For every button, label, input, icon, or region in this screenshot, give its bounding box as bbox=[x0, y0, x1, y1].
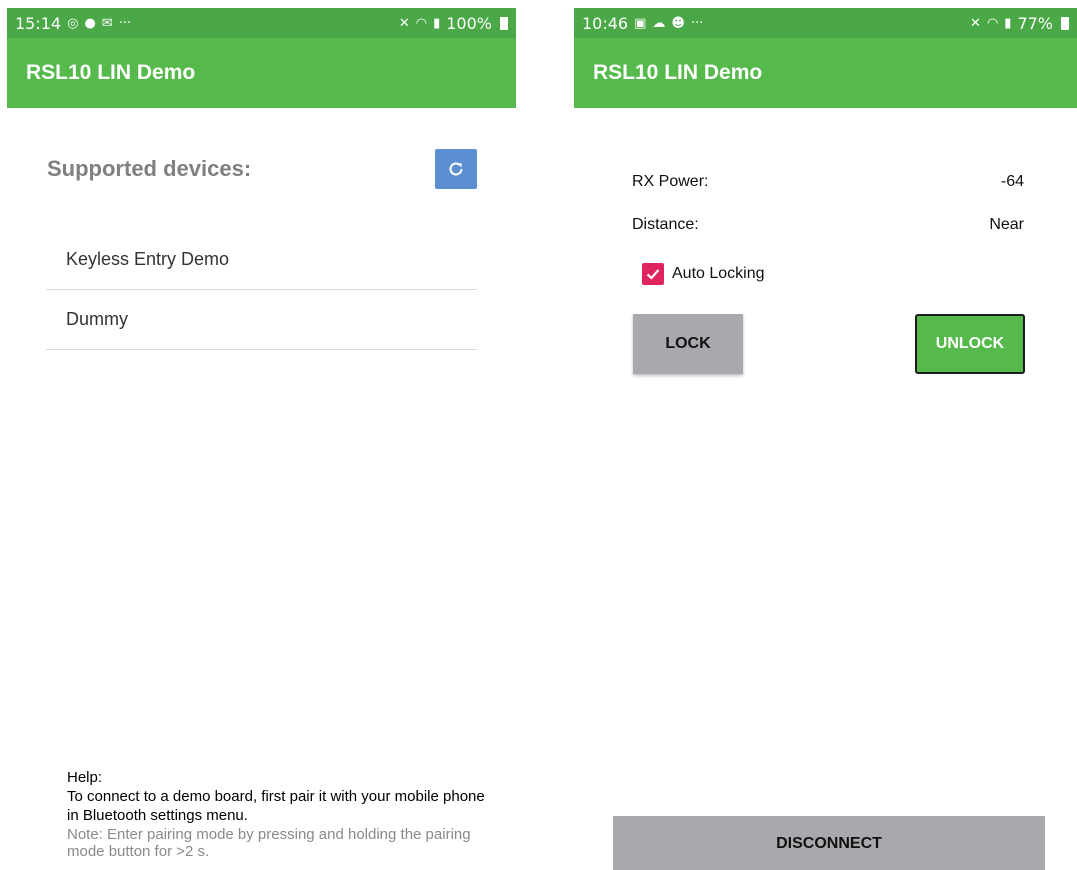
device-list: Keyless Entry Demo Dummy bbox=[46, 230, 477, 350]
distance-row: Distance: Near bbox=[632, 216, 1024, 234]
status-time: 15:14 bbox=[15, 13, 62, 33]
app-title: RSL10 LIN Demo bbox=[26, 61, 196, 84]
battery-percent: 100% bbox=[446, 13, 492, 33]
help-note: Note: Enter pairing mode by pressing and… bbox=[67, 826, 471, 860]
chrome-icon: ● bbox=[84, 15, 96, 31]
more-notifications-icon: ··· bbox=[118, 15, 132, 31]
auto-locking-label: Auto Locking bbox=[672, 265, 765, 282]
signal-icon: ▮ bbox=[1004, 15, 1012, 31]
battery-icon bbox=[500, 16, 508, 30]
weather-icon: ☁ bbox=[652, 15, 666, 31]
unlock-button[interactable]: UNLOCK bbox=[915, 314, 1025, 374]
more-notifications-icon: ··· bbox=[690, 15, 704, 31]
sync-icon: ◎ bbox=[67, 15, 79, 31]
help-heading: Help: bbox=[67, 769, 103, 786]
checkmark-icon bbox=[646, 269, 660, 280]
device-item-label: Keyless Entry Demo bbox=[66, 249, 230, 269]
mute-icon: ✕ bbox=[970, 15, 981, 31]
app-title: RSL10 LIN Demo bbox=[593, 61, 763, 84]
battery-icon bbox=[1061, 16, 1069, 30]
battery-percent: 77% bbox=[1017, 13, 1053, 33]
app-bar: RSL10 LIN Demo bbox=[574, 38, 1077, 108]
lock-button[interactable]: LOCK bbox=[633, 314, 743, 374]
rx-power-value: -64 bbox=[1000, 173, 1024, 190]
auto-locking-toggle[interactable]: Auto Locking bbox=[642, 263, 765, 285]
help-section: Help: To connect to a demo board, first … bbox=[67, 768, 487, 860]
checkbox[interactable] bbox=[642, 263, 664, 285]
app-bar: RSL10 LIN Demo bbox=[7, 38, 516, 108]
rx-power-label: RX Power: bbox=[632, 173, 709, 190]
refresh-icon bbox=[449, 162, 463, 176]
phone-screen-device-list: 15:14 ◎ ● ✉ ··· ✕ ◠ ▮ 100% RSL10 LIN Dem… bbox=[7, 8, 516, 870]
gallery-icon: ▣ bbox=[634, 15, 647, 31]
disconnect-button[interactable]: DISCONNECT bbox=[613, 816, 1045, 870]
distance-value: Near bbox=[989, 216, 1024, 233]
status-time: 10:46 bbox=[582, 13, 629, 33]
device-item-label: Dummy bbox=[66, 309, 128, 329]
mute-icon: ✕ bbox=[398, 15, 410, 31]
phone-screen-device-control: 10:46 ▣ ☁ ☻ ··· ✕ ◠ ▮ 77% RSL10 LIN Demo… bbox=[574, 8, 1077, 870]
device-item-dummy[interactable]: Dummy bbox=[46, 290, 477, 350]
status-bar: 10:46 ▣ ☁ ☻ ··· ✕ ◠ ▮ 77% bbox=[574, 8, 1077, 38]
supported-devices-title: Supported devices: bbox=[47, 156, 252, 181]
app-notification-icon: ☻ bbox=[671, 15, 685, 31]
status-bar: 15:14 ◎ ● ✉ ··· ✕ ◠ ▮ 100% bbox=[7, 8, 516, 38]
refresh-button[interactable] bbox=[435, 149, 477, 189]
wifi-icon: ◠ bbox=[415, 15, 428, 31]
device-item-keyless-entry-demo[interactable]: Keyless Entry Demo bbox=[46, 230, 477, 290]
wifi-icon: ◠ bbox=[986, 15, 999, 31]
rx-power-row: RX Power: -64 bbox=[632, 173, 1024, 191]
distance-label: Distance: bbox=[632, 216, 699, 233]
help-text: To connect to a demo board, first pair i… bbox=[67, 788, 485, 824]
mail-icon: ✉ bbox=[101, 15, 113, 31]
signal-icon: ▮ bbox=[433, 15, 441, 31]
